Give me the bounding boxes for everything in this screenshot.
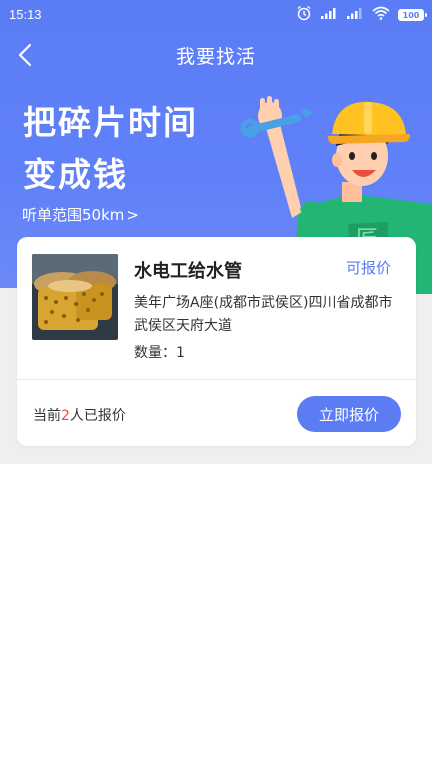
alarm-icon	[296, 5, 312, 25]
chevron-right-icon: >	[126, 205, 139, 224]
screen: 15:13 100 我要找活 把碎片时间 变成钱 听单范围50km > 水电工给…	[0, 0, 432, 768]
hero-title-line2: 变成钱	[23, 155, 128, 194]
status-icons: 100	[296, 5, 427, 25]
signal-icon-2	[346, 6, 364, 24]
quote-status: 可报价	[345, 259, 391, 277]
hero-title-line1: 把碎片时间	[23, 103, 198, 142]
status-bar: 15:13 100	[0, 0, 432, 30]
range-link[interactable]: 听单范围50km >	[22, 204, 139, 225]
job-thumbnail	[32, 254, 118, 340]
quote-now-button[interactable]: 立即报价	[297, 396, 401, 432]
quote-count-number: 2	[61, 408, 70, 424]
page-title: 我要找活	[175, 46, 256, 68]
quote-prefix: 当前	[33, 408, 61, 424]
quantity-label: 数量：	[134, 345, 176, 361]
divider	[17, 379, 416, 380]
job-quantity: 数量：1	[134, 342, 185, 362]
signal-icon	[320, 6, 338, 24]
quote-suffix: 人已报价	[69, 408, 126, 424]
job-address: 美年广场A座(成都市武侯区)四川省成都市武侯区天府大道	[134, 295, 393, 334]
range-text: 听单范围50km	[22, 206, 125, 224]
status-time: 15:13	[9, 7, 42, 22]
nav-bar: 我要找活	[0, 32, 432, 78]
quantity-value: 1	[176, 345, 185, 361]
job-title: 水电工给水管	[134, 261, 242, 282]
job-card[interactable]: 水电工给水管 可报价 美年广场A座(成都市武侯区)四川省成都市武侯区天府大道 数…	[17, 237, 416, 446]
battery-icon: 100	[398, 9, 427, 21]
wifi-icon	[372, 6, 390, 24]
quote-count: 当前2人已报价	[33, 405, 126, 425]
